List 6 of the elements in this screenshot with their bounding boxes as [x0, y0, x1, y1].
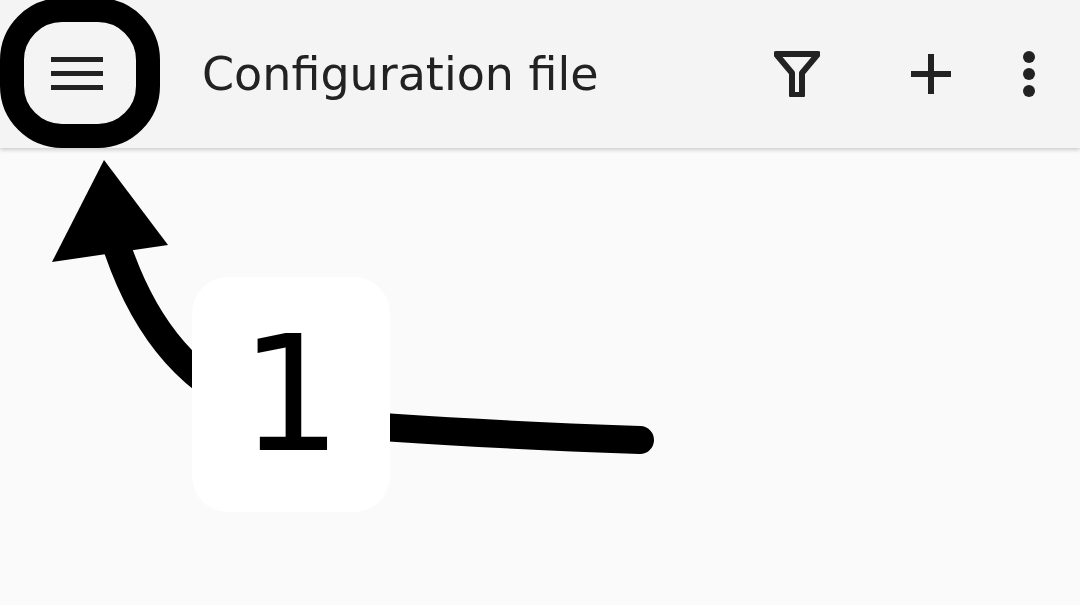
- menu-icon: [51, 57, 103, 91]
- step-number: 1: [192, 277, 390, 512]
- plus-icon: [910, 53, 952, 95]
- filter-icon: [774, 51, 820, 97]
- app-title: Configuration file: [202, 47, 599, 101]
- more-icon: [1022, 51, 1036, 97]
